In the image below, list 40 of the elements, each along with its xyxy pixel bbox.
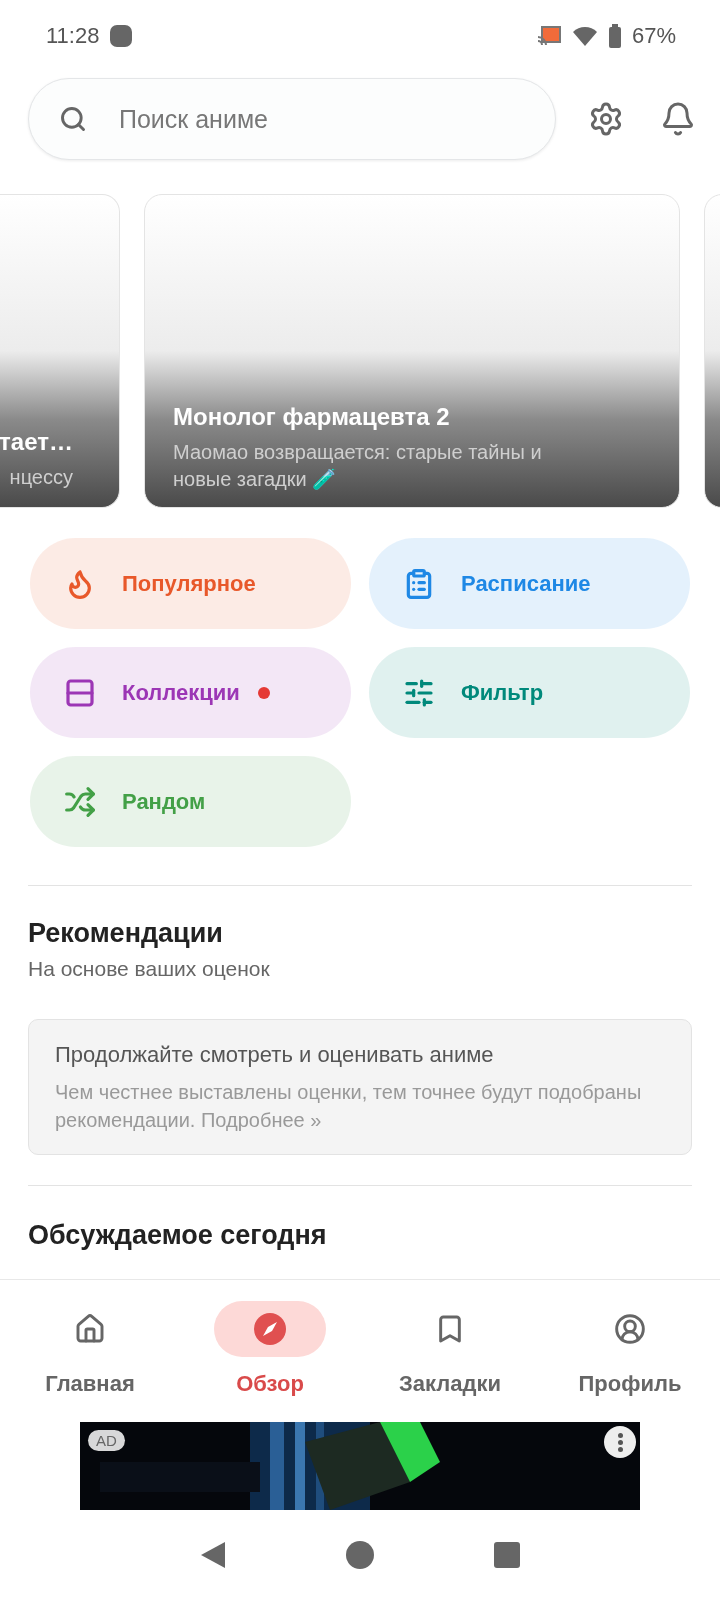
notification-icon (109, 24, 134, 48)
notice-title: Продолжайте смотреть и оценивать аниме (55, 1042, 495, 1068)
cast-icon (535, 25, 562, 47)
card-subtitle: нцессу (9, 465, 73, 490)
stack-icon (64, 676, 96, 709)
card-title: тает… (0, 428, 73, 456)
nav-tab[interactable]: Главная (0, 1300, 180, 1398)
nav-tab[interactable]: Обзор (180, 1300, 360, 1398)
card-subtitle: Маомао возвращается: старые тайны и новые загадки 🧪 (173, 440, 543, 492)
compass-icon (253, 1312, 287, 1346)
card-title: Монолог фармацевта 2 (173, 403, 450, 431)
wifi-icon (571, 25, 598, 47)
status-time: 11:28 (46, 23, 100, 49)
featured-card[interactable]: Монолог фармацевта 2 Маомао возвращается: старые тайны и новые загадки 🧪 (144, 194, 680, 508)
back-icon[interactable] (199, 1540, 227, 1570)
shortcut-chip[interactable]: Коллекции (30, 647, 351, 738)
more-icon (617, 1432, 623, 1452)
sliders-icon (403, 676, 435, 709)
nav-tab[interactable]: Закладки (360, 1300, 540, 1398)
section-title: Обсуждаемое сегодня (27, 1220, 328, 1251)
shortcut-chip[interactable]: Популярное (30, 538, 351, 629)
home-icon[interactable] (345, 1540, 375, 1570)
home-icon (74, 1313, 106, 1345)
search-input[interactable]: Поиск аниме (117, 103, 525, 135)
shortcut-chip[interactable]: Фильтр (369, 647, 690, 738)
battery-percent: 67% (631, 23, 676, 49)
search-icon (59, 105, 87, 133)
search-field[interactable]: Поиск аниме (28, 78, 556, 160)
battery-icon (607, 24, 622, 48)
section-subtitle: На основе ваших оценок (27, 956, 271, 981)
recents-icon[interactable] (493, 1541, 521, 1569)
shortcut-chip[interactable]: Расписание (369, 538, 690, 629)
notice-text: Чем честнее выставлены оценки, тем точнее будут подобраны рекомендации. Подробнее » (55, 1080, 643, 1133)
nav-tab[interactable]: Профиль (540, 1300, 720, 1398)
profile-icon (614, 1313, 646, 1345)
ad-badge: AD (88, 1430, 125, 1451)
shortcut-chip[interactable]: Рандом (30, 756, 351, 847)
shuffle-icon (64, 785, 96, 818)
featured-card[interactable]: тает… нцессу (0, 194, 120, 508)
section-title: Рекомендации (27, 918, 224, 949)
